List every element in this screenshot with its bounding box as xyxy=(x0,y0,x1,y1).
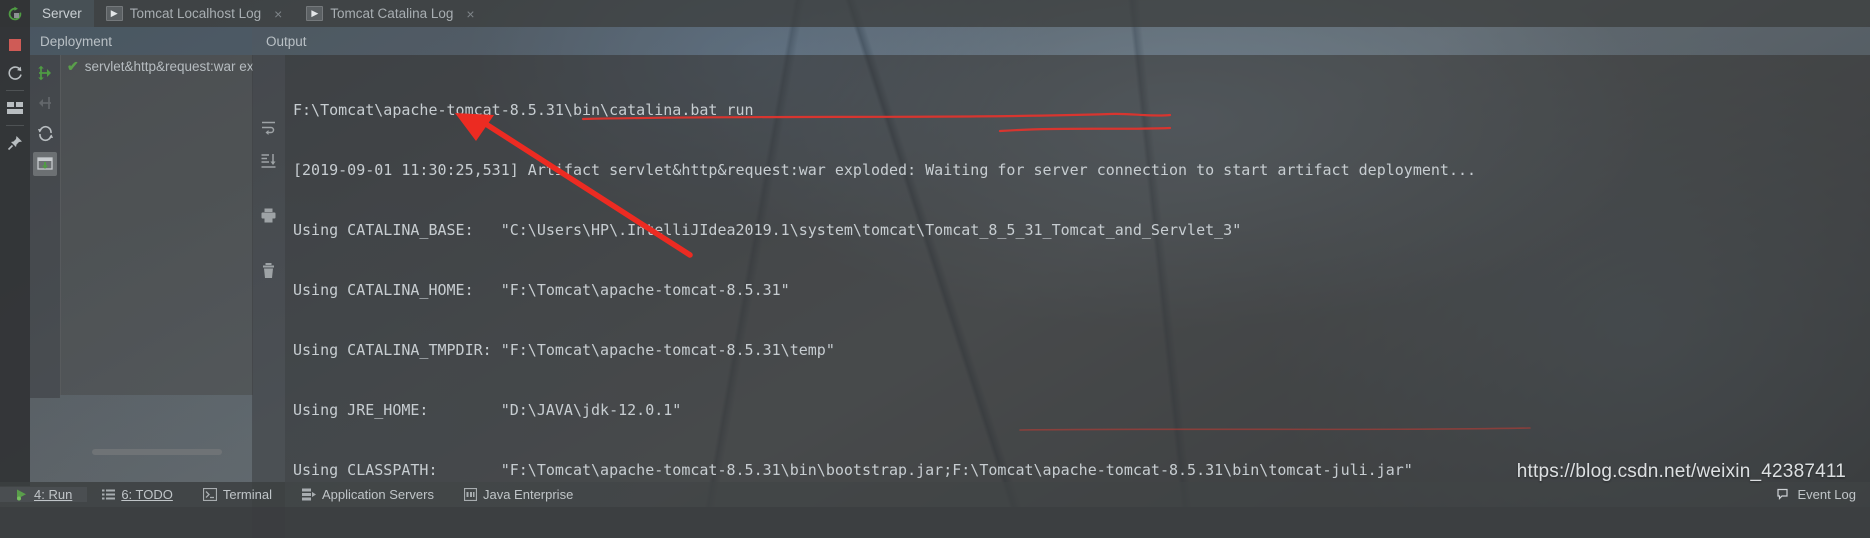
status-item-event-log[interactable]: Event Log xyxy=(1777,487,1870,502)
status-item-todo[interactable]: 6: TODO xyxy=(87,487,188,502)
watermark-text: https://blog.csdn.net/weixin_42387411 xyxy=(1516,461,1846,482)
soft-wrap-button[interactable] xyxy=(252,111,285,144)
export-icon xyxy=(37,156,53,172)
redeploy-button[interactable] xyxy=(30,118,60,148)
status-item-java-enterprise[interactable]: Java Enterprise xyxy=(449,487,588,502)
deployment-title-label: Deployment xyxy=(40,33,113,49)
run-green-icon xyxy=(15,488,28,501)
restart-icon xyxy=(7,65,24,82)
run-icon: ▶ xyxy=(105,6,123,21)
console-gutter-toolbar xyxy=(252,55,285,538)
deployment-artifact-label: servlet&http&request:war exploded xyxy=(84,58,253,74)
deployment-toolbar xyxy=(30,55,60,398)
tab-tomcat-catalina-log-label: Tomcat Catalina Log xyxy=(330,6,454,21)
status-item-application-servers-label: Application Servers xyxy=(321,487,434,502)
toolbar-divider xyxy=(6,125,24,126)
status-item-java-enterprise-label: Java Enterprise xyxy=(482,487,574,502)
pin-tab-button[interactable] xyxy=(0,129,30,157)
output-panel-title: Output xyxy=(252,27,1870,55)
deployment-artifact-list[interactable]: ✔ servlet&http&request:war exploded xyxy=(60,55,253,395)
redeploy-icon xyxy=(37,125,54,142)
toolbar-divider xyxy=(6,90,24,91)
clear-all-button[interactable] xyxy=(252,254,285,287)
status-item-run-label: 4: Run xyxy=(34,487,73,502)
console-line: Using JRE_HOME: "D:\JAVA\jdk-12.0.1" xyxy=(293,401,682,419)
undeploy-button[interactable] xyxy=(30,88,60,118)
print-button[interactable] xyxy=(252,199,285,232)
output-console-panel: F:\Tomcat\apache-tomcat-8.5.31\bin\catal… xyxy=(252,55,1870,538)
tab-tomcat-catalina-log[interactable]: ▶ Tomcat Catalina Log × xyxy=(294,0,486,27)
restart-server-button[interactable] xyxy=(0,59,30,87)
status-item-terminal-label: Terminal xyxy=(222,487,272,502)
print-icon xyxy=(260,207,277,224)
console-line: [2019-09-01 11:30:25,531] Artifact servl… xyxy=(293,161,1477,179)
deploy-button[interactable] xyxy=(30,58,60,88)
todo-icon xyxy=(102,488,116,501)
console-line: Using CATALINA_HOME: "F:\Tomcat\apache-t… xyxy=(293,281,790,299)
event-log-icon xyxy=(1777,488,1791,501)
tab-tomcat-localhost-log-label: Tomcat Localhost Log xyxy=(129,6,262,21)
output-title-label: Output xyxy=(266,33,307,49)
export-button[interactable] xyxy=(33,152,57,176)
console-line: F:\Tomcat\apache-tomcat-8.5.31\bin\catal… xyxy=(293,101,754,119)
console-line: Using CATALINA_TMPDIR: "F:\Tomcat\apache… xyxy=(293,341,835,359)
scroll-to-end-button[interactable] xyxy=(252,144,285,177)
stop-icon xyxy=(8,38,22,52)
run-tool-window-tabbar: Server ▶ Tomcat Localhost Log × ▶ Tomcat… xyxy=(0,0,1870,27)
deploy-icon xyxy=(36,64,54,82)
deployment-horizontal-scrollbar[interactable] xyxy=(92,449,222,455)
pin-icon xyxy=(7,135,23,151)
scroll-to-end-icon xyxy=(260,152,277,169)
layout-icon xyxy=(7,101,23,115)
close-icon[interactable]: × xyxy=(466,6,474,22)
run-window-left-toolbar xyxy=(0,27,30,486)
clear-all-icon xyxy=(260,262,277,279)
status-item-terminal[interactable]: Terminal xyxy=(188,487,287,502)
soft-wrap-icon xyxy=(260,119,277,136)
rerun-icon[interactable] xyxy=(7,6,23,22)
deployment-panel-title: Deployment xyxy=(30,27,252,55)
console-output[interactable]: F:\Tomcat\apache-tomcat-8.5.31\bin\catal… xyxy=(285,55,1870,482)
stop-button[interactable] xyxy=(0,31,30,59)
deployment-panel: ✔ servlet&http&request:war exploded xyxy=(30,55,253,455)
status-item-run[interactable]: 4: Run xyxy=(0,487,88,502)
status-item-todo-label: 6: TODO xyxy=(121,487,173,502)
undeploy-icon xyxy=(36,94,54,112)
panel-headers: Deployment Output xyxy=(30,27,1870,55)
bottom-status-bar: 4: Run 6: TODO Terminal Application Serv… xyxy=(0,482,1870,507)
list-item[interactable]: ✔ servlet&http&request:war exploded xyxy=(61,55,253,77)
console-line: Using CATALINA_BASE: "C:\Users\HP\.Intel… xyxy=(293,221,1242,239)
java-enterprise-icon xyxy=(463,488,477,501)
app-servers-icon xyxy=(301,488,316,501)
tab-tomcat-localhost-log[interactable]: ▶ Tomcat Localhost Log × xyxy=(94,0,295,27)
tab-server[interactable]: Server xyxy=(30,0,94,27)
status-item-application-servers[interactable]: Application Servers xyxy=(287,487,449,502)
rerun-toolbar-slot xyxy=(0,0,30,27)
terminal-icon xyxy=(202,488,217,501)
close-icon[interactable]: × xyxy=(274,6,282,22)
layout-button[interactable] xyxy=(0,94,30,122)
tab-server-label: Server xyxy=(42,6,82,21)
status-item-event-log-label: Event Log xyxy=(1797,487,1856,502)
status-ok-icon: ✔ xyxy=(67,57,79,74)
run-icon: ▶ xyxy=(306,6,324,21)
